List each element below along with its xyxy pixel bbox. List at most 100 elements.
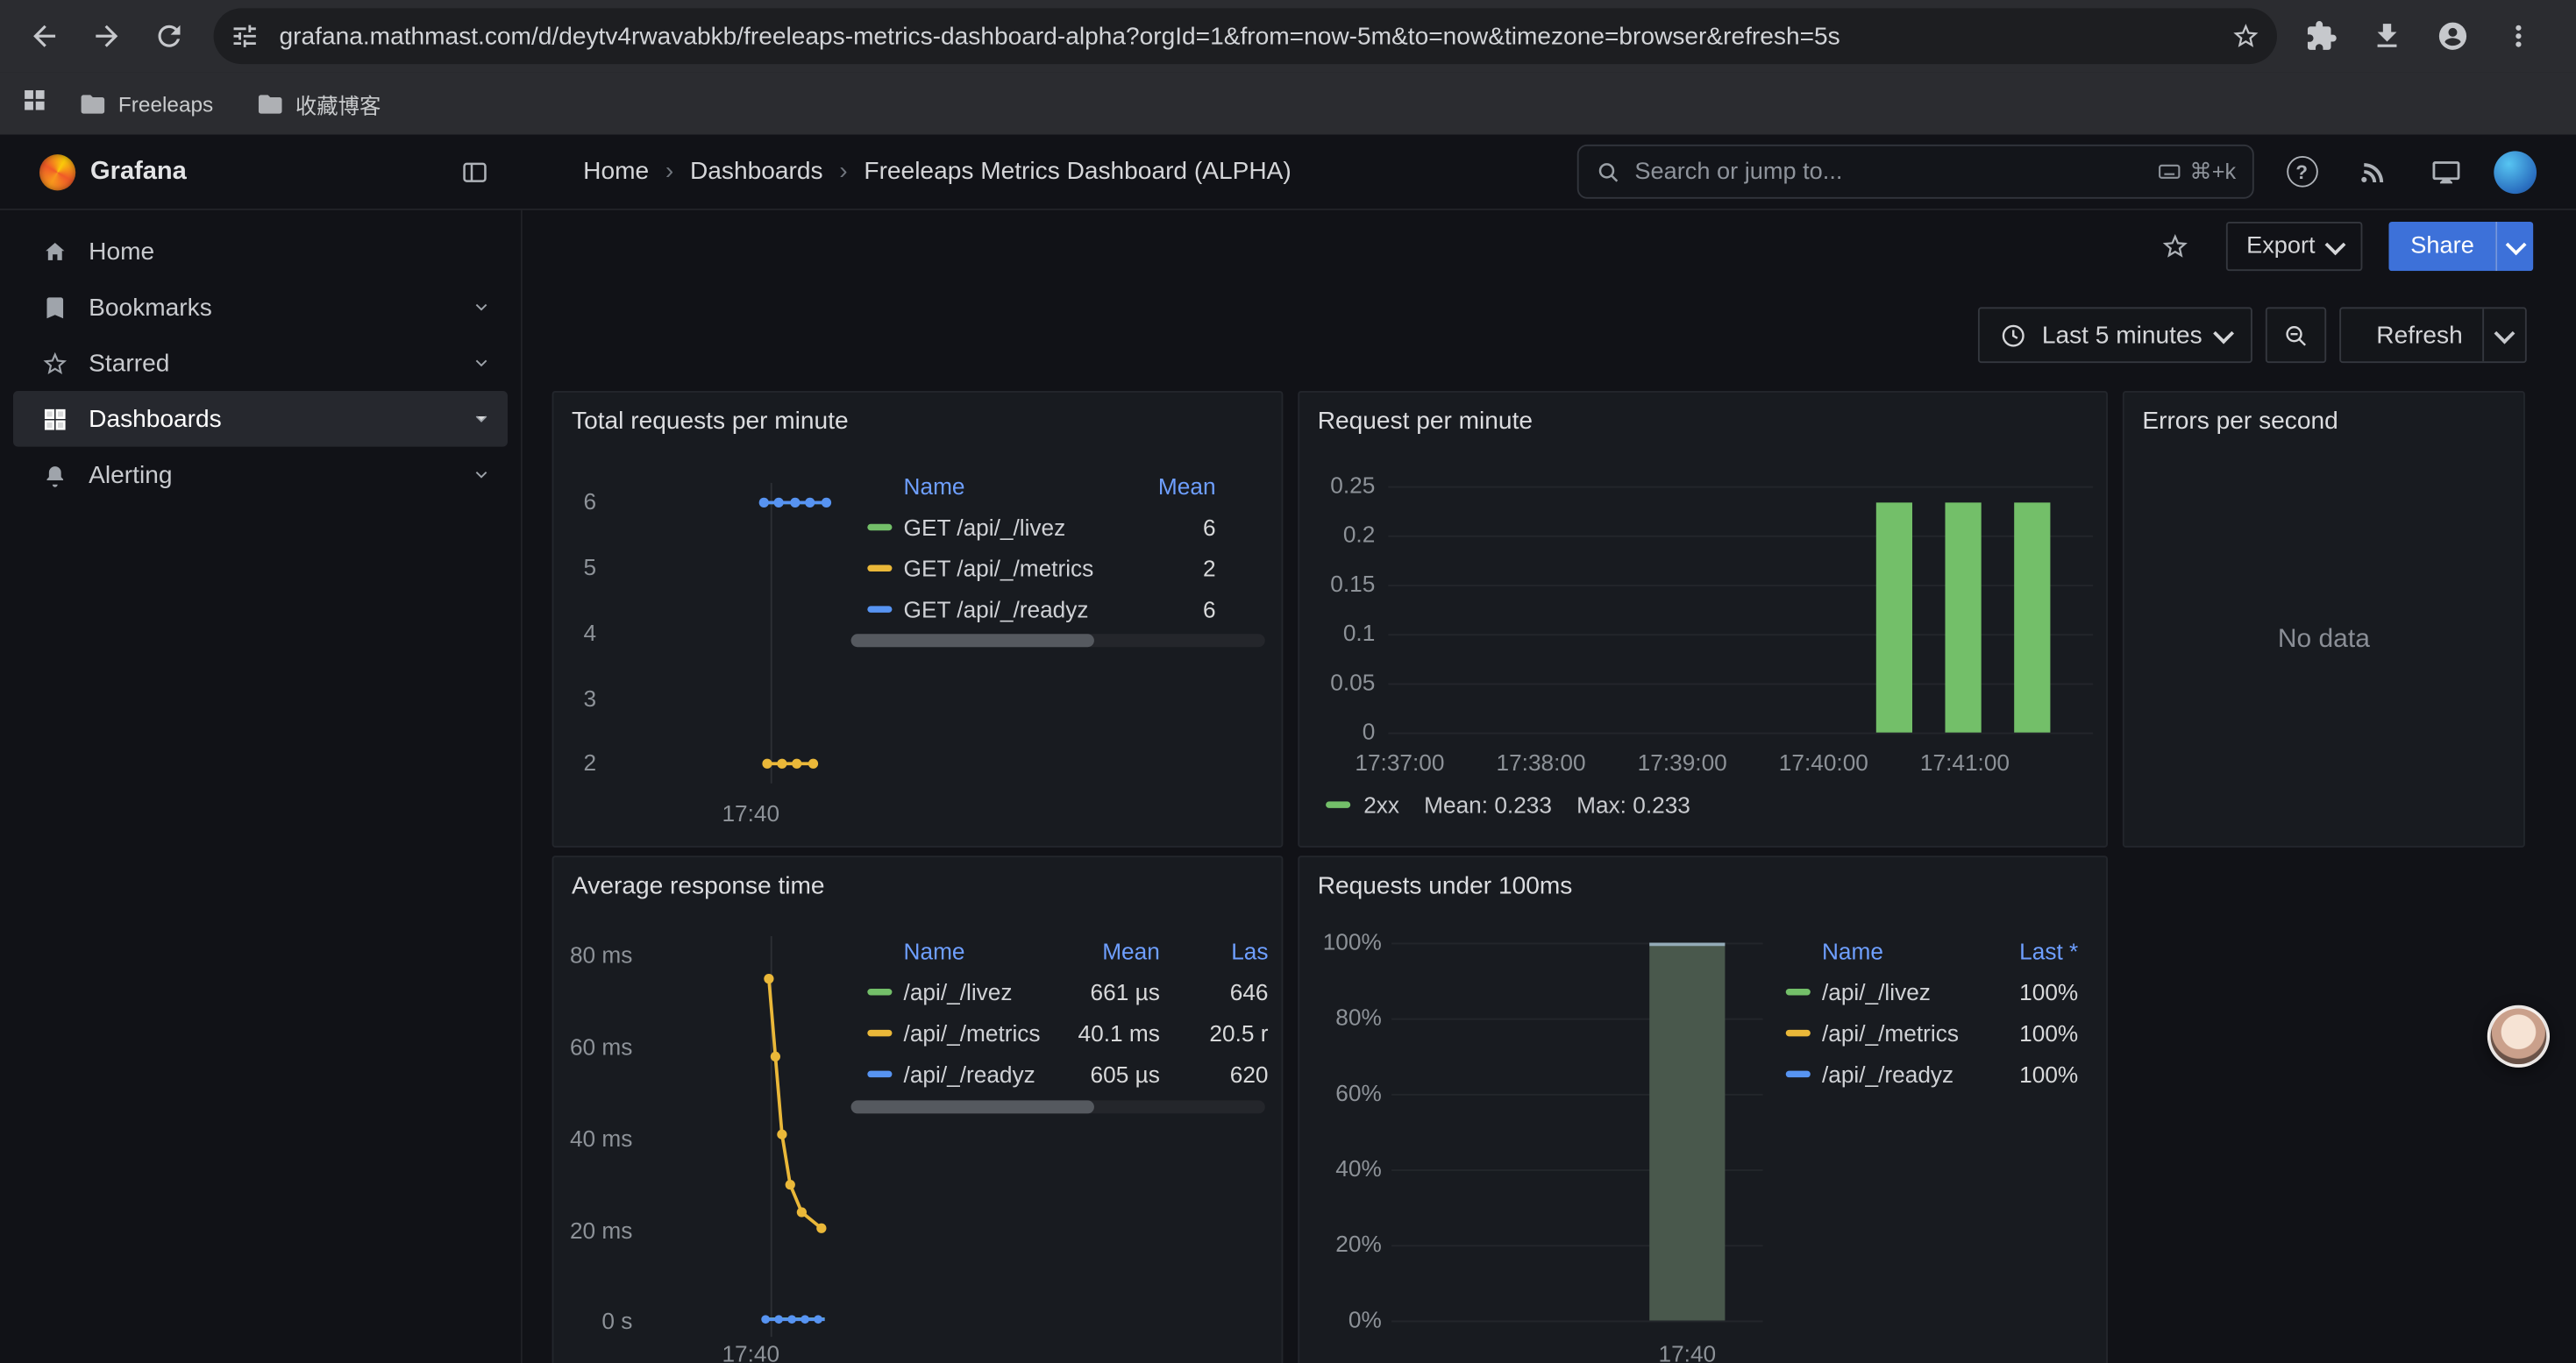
site-info-icon[interactable] bbox=[230, 21, 260, 51]
search-box[interactable]: ⌘+k bbox=[1577, 145, 2254, 199]
monitor-icon bbox=[2431, 157, 2461, 187]
legend-scrollbar[interactable] bbox=[851, 1100, 1265, 1113]
omnibox[interactable]: grafana.mathmast.com/d/deytv4rwavabkb/fr… bbox=[214, 8, 2277, 64]
refresh-button[interactable]: Refresh bbox=[2342, 309, 2482, 361]
refresh-interval-dropdown[interactable] bbox=[2482, 309, 2525, 361]
search-input[interactable] bbox=[1634, 159, 2144, 185]
series-name[interactable]: GET /api/_/livez bbox=[904, 514, 1118, 540]
downloads-button[interactable] bbox=[2359, 8, 2416, 64]
apps-grid-icon[interactable] bbox=[19, 84, 49, 122]
sidebar-item-bookmarks[interactable]: Bookmarks bbox=[13, 280, 508, 336]
grafana-logo[interactable] bbox=[39, 153, 75, 189]
chevron-down-icon[interactable] bbox=[472, 297, 491, 316]
news-button[interactable] bbox=[2349, 147, 2398, 196]
grafana-header: Grafana Home › Dashboards › Freeleaps Me… bbox=[0, 135, 2576, 210]
series-last: 100% bbox=[1963, 1060, 2078, 1086]
legend-col-name[interactable]: Name bbox=[1822, 937, 1963, 963]
series-color-dash bbox=[1326, 801, 1350, 807]
share-dropdown-button[interactable] bbox=[2495, 222, 2533, 271]
series-mean: Mean: 0.233 bbox=[1424, 792, 1552, 818]
zoom-out-icon bbox=[2282, 321, 2310, 349]
screens-button[interactable] bbox=[2422, 147, 2471, 196]
bookmark-star-icon[interactable] bbox=[2231, 21, 2261, 51]
chevron-down-icon bbox=[2214, 323, 2235, 344]
series-name[interactable]: 2xx bbox=[1363, 792, 1399, 818]
legend-row: GET /api/_/readyz 6 bbox=[867, 588, 1215, 629]
series-name[interactable]: /api/_/readyz bbox=[1822, 1060, 1963, 1086]
ytick-label: 0% bbox=[1348, 1306, 1382, 1332]
ytick-label: 0 bbox=[1363, 718, 1376, 744]
panel-title[interactable]: Errors per second bbox=[2142, 408, 2338, 436]
floating-avatar-button[interactable] bbox=[2487, 1005, 2550, 1068]
scrollbar-thumb[interactable] bbox=[851, 634, 1094, 647]
reload-button[interactable] bbox=[141, 8, 197, 64]
legend-col-name[interactable]: Name bbox=[904, 937, 1068, 963]
sidebar-item-dashboards[interactable]: Dashboards bbox=[13, 391, 508, 447]
series-name[interactable]: GET /api/_/readyz bbox=[904, 595, 1118, 621]
bell-icon bbox=[41, 461, 69, 489]
help-button[interactable]: ? bbox=[2277, 147, 2326, 196]
header-main: Home › Dashboards › Freeleaps Metrics Da… bbox=[523, 135, 2576, 209]
folder-icon bbox=[79, 89, 107, 117]
chevron-down-icon[interactable] bbox=[472, 353, 491, 373]
series-name[interactable]: /api/_/metrics bbox=[1822, 1019, 1963, 1046]
series-name[interactable]: GET /api/_/metrics bbox=[904, 554, 1118, 580]
ytick-label: 0.15 bbox=[1330, 571, 1375, 597]
sidebar-collapse-button[interactable] bbox=[450, 147, 499, 196]
bookmark-folder-blog[interactable]: 收藏博客 bbox=[243, 83, 394, 124]
legend-col-mean[interactable]: Mean bbox=[1068, 937, 1160, 963]
series-name[interactable]: /api/_/readyz bbox=[904, 1060, 1068, 1086]
series-name[interactable]: /api/_/livez bbox=[1822, 978, 1963, 1005]
browser-toolbar: grafana.mathmast.com/d/deytv4rwavabkb/fr… bbox=[0, 0, 2576, 72]
panel-request-per-minute: Request per minute 0.250.20.150.10.05017… bbox=[1298, 391, 2108, 848]
xtick-label: 17:40 bbox=[1658, 1340, 1716, 1363]
sidebar-item-home[interactable]: Home bbox=[13, 224, 508, 280]
breadcrumb-home[interactable]: Home bbox=[583, 158, 649, 186]
chart-plot-area[interactable]: 0.250.20.150.10.05017:37:0017:38:0017:39… bbox=[1299, 393, 2106, 846]
panel-legend: 2xx Mean: 0.233 Max: 0.233 bbox=[1326, 792, 1690, 818]
back-button[interactable] bbox=[17, 8, 73, 64]
series-name[interactable]: /api/_/livez bbox=[904, 978, 1068, 1005]
extensions-button[interactable] bbox=[2294, 8, 2350, 64]
series-last: 646 bbox=[1160, 978, 1269, 1005]
share-button[interactable]: Share bbox=[2389, 222, 2495, 271]
legend-row: /api/_/readyz 605 µs 620 bbox=[867, 1053, 1268, 1094]
profile-avatar-button[interactable] bbox=[2494, 150, 2537, 193]
sidebar-item-alerting[interactable]: Alerting bbox=[13, 447, 508, 503]
search-icon bbox=[1595, 159, 1621, 185]
sidebar-item-starred[interactable]: Starred bbox=[13, 335, 508, 391]
bar bbox=[1945, 503, 1981, 733]
chevron-down-icon[interactable] bbox=[472, 465, 491, 484]
time-range-picker[interactable]: Last 5 minutes bbox=[1978, 307, 2253, 363]
panel-errors-per-second: Errors per second No data bbox=[2123, 391, 2525, 848]
gridline bbox=[1391, 1320, 1762, 1322]
url-text[interactable]: grafana.mathmast.com/d/deytv4rwavabkb/fr… bbox=[280, 22, 2231, 50]
series-name[interactable]: /api/_/metrics bbox=[904, 1019, 1068, 1046]
bookmark-folder-freeleaps[interactable]: Freeleaps bbox=[66, 84, 226, 122]
favorite-dashboard-button[interactable] bbox=[2151, 222, 2200, 271]
legend-col-mean[interactable]: Mean bbox=[1117, 472, 1215, 499]
ytick-label: 80% bbox=[1335, 1004, 1382, 1030]
chevron-down-icon bbox=[2494, 323, 2516, 344]
legend-row: /api/_/livez 100% bbox=[1786, 970, 2079, 1012]
legend-col-last[interactable]: Last * bbox=[1963, 937, 2078, 963]
bookmark-label: Freeleaps bbox=[118, 91, 213, 116]
series-last: 20.5 r bbox=[1160, 1019, 1269, 1046]
star-outline-icon bbox=[2161, 231, 2191, 261]
profile-button[interactable] bbox=[2425, 8, 2481, 64]
forward-button[interactable] bbox=[79, 8, 135, 64]
browser-menu-button[interactable] bbox=[2491, 8, 2547, 64]
panel-legend: Name Last * /api/_/livez 100% /api/_/met… bbox=[1769, 930, 2110, 1094]
chevron-down-icon[interactable] bbox=[472, 409, 491, 429]
legend-scrollbar[interactable] bbox=[851, 634, 1265, 647]
keyboard-icon bbox=[2157, 160, 2181, 184]
legend-col-name[interactable]: Name bbox=[904, 472, 1118, 499]
zoom-out-button[interactable] bbox=[2266, 307, 2327, 363]
legend-row: GET /api/_/livez 6 bbox=[867, 506, 1215, 547]
brand-name: Grafana bbox=[90, 157, 450, 187]
legend-col-last[interactable]: Las bbox=[1160, 937, 1269, 963]
export-button[interactable]: Export bbox=[2227, 222, 2363, 271]
breadcrumb-dashboards[interactable]: Dashboards bbox=[690, 158, 823, 186]
scrollbar-thumb[interactable] bbox=[851, 1100, 1094, 1113]
legend-row: /api/_/readyz 100% bbox=[1786, 1053, 2079, 1094]
